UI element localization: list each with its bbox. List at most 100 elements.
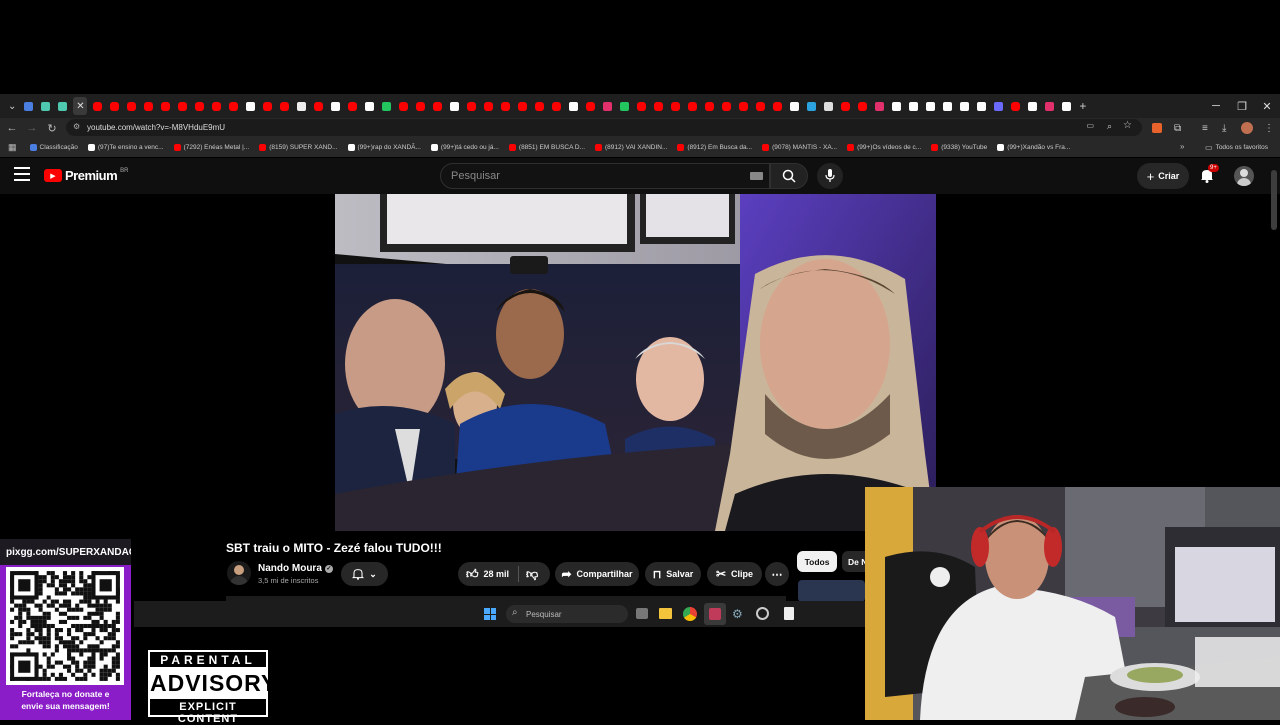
chrome-icon[interactable] bbox=[683, 607, 697, 621]
tab-favicon[interactable] bbox=[756, 101, 766, 111]
voice-search-button[interactable] bbox=[817, 163, 843, 189]
tab-favicon[interactable] bbox=[1011, 101, 1021, 111]
bookmark-item[interactable]: (99+)Xandão vs Fra... bbox=[992, 144, 1075, 151]
site-info-icon[interactable]: ⚙ bbox=[73, 122, 80, 131]
tab-favicon[interactable] bbox=[858, 101, 868, 111]
channel-avatar[interactable] bbox=[227, 561, 251, 585]
cast-icon[interactable]: ▭ bbox=[1086, 121, 1094, 130]
tab-favicon[interactable] bbox=[722, 101, 732, 111]
clip-button[interactable]: ✂ Clipe bbox=[707, 562, 762, 586]
bookmark-item[interactable]: (8159) SUPER XAND... bbox=[254, 144, 342, 151]
tab-favicon[interactable] bbox=[416, 101, 426, 111]
tab-favicon[interactable] bbox=[195, 101, 205, 111]
tab-favicon[interactable] bbox=[824, 101, 834, 111]
tab-favicon[interactable] bbox=[790, 101, 800, 111]
tab-favicon[interactable] bbox=[569, 101, 579, 111]
bookmark-item[interactable]: Classificação bbox=[25, 144, 83, 151]
tab-favicon[interactable] bbox=[110, 101, 120, 111]
video-player[interactable] bbox=[335, 194, 936, 531]
bookmark-item[interactable]: (99+)rap do XANDÃ... bbox=[343, 144, 426, 151]
tab-favicon[interactable] bbox=[24, 101, 34, 111]
tab-favicon[interactable] bbox=[977, 101, 987, 111]
tab-favicon[interactable] bbox=[382, 101, 392, 111]
tab-favicon[interactable] bbox=[229, 101, 239, 111]
tab-favicon[interactable] bbox=[705, 101, 715, 111]
tab-favicon[interactable] bbox=[535, 101, 545, 111]
tab-favicon[interactable] bbox=[620, 101, 630, 111]
tab-favicon[interactable] bbox=[467, 101, 477, 111]
new-tab-icon[interactable]: + bbox=[1079, 99, 1086, 113]
back-icon[interactable]: ← bbox=[2, 122, 22, 134]
like-count[interactable]: 28 mil bbox=[484, 569, 510, 579]
tab-favicon[interactable] bbox=[1062, 101, 1072, 111]
tab-favicon[interactable] bbox=[399, 101, 409, 111]
dislike-icon[interactable]: 👎︎ bbox=[526, 567, 538, 582]
active-tab-close-icon[interactable]: ✕ bbox=[73, 97, 88, 115]
tab-favicon[interactable] bbox=[773, 101, 783, 111]
bookmark-item[interactable]: (7292) Enéas Metal |... bbox=[169, 144, 255, 151]
settings-gear-icon[interactable]: ⚙ bbox=[732, 607, 743, 621]
tab-favicon[interactable] bbox=[688, 101, 698, 111]
more-bookmarks-icon[interactable]: » bbox=[1180, 142, 1184, 151]
tab-favicon[interactable] bbox=[41, 101, 51, 111]
bookmark-star-icon[interactable]: ☆ bbox=[1123, 120, 1132, 131]
tab-favicon[interactable] bbox=[365, 101, 375, 111]
windows-start-icon[interactable] bbox=[484, 608, 496, 620]
page-scrollbar[interactable] bbox=[1271, 170, 1277, 230]
tab-favicon[interactable] bbox=[433, 101, 443, 111]
reading-list-icon[interactable]: ≡ bbox=[1202, 118, 1208, 138]
create-button[interactable]: + Criar bbox=[1137, 163, 1189, 189]
file-explorer-icon[interactable] bbox=[659, 608, 672, 619]
tab-favicon[interactable] bbox=[1045, 101, 1055, 111]
tab-favicon[interactable] bbox=[331, 101, 341, 111]
tab-favicon[interactable] bbox=[552, 101, 562, 111]
like-icon[interactable]: 👍︎ bbox=[466, 567, 479, 582]
tab-favicon[interactable] bbox=[892, 101, 902, 111]
channel-name[interactable]: Nando Moura bbox=[258, 563, 322, 574]
menu-icon[interactable]: ⋮ bbox=[1264, 118, 1274, 138]
subscription-bell-button[interactable]: ⌄ bbox=[341, 562, 388, 586]
tab-favicon[interactable] bbox=[654, 101, 664, 111]
chip-all[interactable]: Todos bbox=[797, 551, 837, 572]
document-icon[interactable] bbox=[784, 607, 794, 620]
bookmark-item[interactable]: (9078) MANTIS - XA... bbox=[757, 144, 842, 151]
extensions-puzzle-icon[interactable]: ⧉ bbox=[1174, 118, 1181, 138]
steam-icon[interactable] bbox=[756, 607, 769, 620]
tab-favicon[interactable] bbox=[994, 101, 1004, 111]
tab-favicon[interactable] bbox=[144, 101, 154, 111]
tab-favicon[interactable] bbox=[501, 101, 511, 111]
tab-favicon[interactable] bbox=[637, 101, 647, 111]
bookmark-item[interactable]: (8912) Em Busca da... bbox=[672, 144, 757, 151]
tab-favicon[interactable] bbox=[246, 101, 256, 111]
downloads-icon[interactable]: ⤓ bbox=[1222, 118, 1226, 138]
tab-favicon[interactable] bbox=[739, 101, 749, 111]
save-button[interactable]: ⊓ Salvar bbox=[645, 562, 701, 586]
url-field[interactable]: ⚙ youtube.com/watch?v=-M8VHduE9mU ⌕ ☆ ▭ bbox=[66, 119, 1142, 136]
tab-favicon[interactable] bbox=[212, 101, 222, 111]
apps-grid-icon[interactable]: ▦ bbox=[0, 142, 25, 153]
reload-icon[interactable]: ↻ bbox=[42, 122, 62, 135]
tab-favicon[interactable] bbox=[1028, 101, 1038, 111]
task-view-icon[interactable] bbox=[636, 608, 648, 619]
tab-favicon[interactable] bbox=[518, 101, 528, 111]
tab-favicon[interactable] bbox=[960, 101, 970, 111]
tab-favicon[interactable] bbox=[297, 101, 307, 111]
search-button[interactable] bbox=[770, 163, 808, 189]
bookmark-item[interactable]: (8912) VAI XANDIN... bbox=[590, 144, 672, 151]
notifications-button[interactable]: 9+ bbox=[1200, 164, 1219, 188]
tab-favicon[interactable] bbox=[943, 101, 953, 111]
tab-favicon[interactable] bbox=[161, 101, 171, 111]
minimize-icon[interactable]: ─ bbox=[1203, 94, 1229, 118]
tab-favicon[interactable] bbox=[127, 101, 137, 111]
tab-favicon[interactable] bbox=[926, 101, 936, 111]
recommended-thumbnail[interactable] bbox=[798, 580, 865, 602]
forward-icon[interactable]: → bbox=[22, 122, 42, 134]
tab-favicon[interactable] bbox=[93, 101, 103, 111]
taskbar-search-input[interactable]: ⌕ Pesquisar bbox=[506, 605, 628, 623]
channel-name-row[interactable]: Nando Moura ✓ bbox=[258, 563, 333, 574]
more-actions-button[interactable]: ⋯ bbox=[765, 562, 789, 586]
zoom-icon[interactable]: ⌕ bbox=[1107, 121, 1112, 132]
close-window-icon[interactable]: ✕ bbox=[1254, 94, 1280, 118]
tab-favicon[interactable] bbox=[807, 101, 817, 111]
tab-favicon[interactable] bbox=[909, 101, 919, 111]
